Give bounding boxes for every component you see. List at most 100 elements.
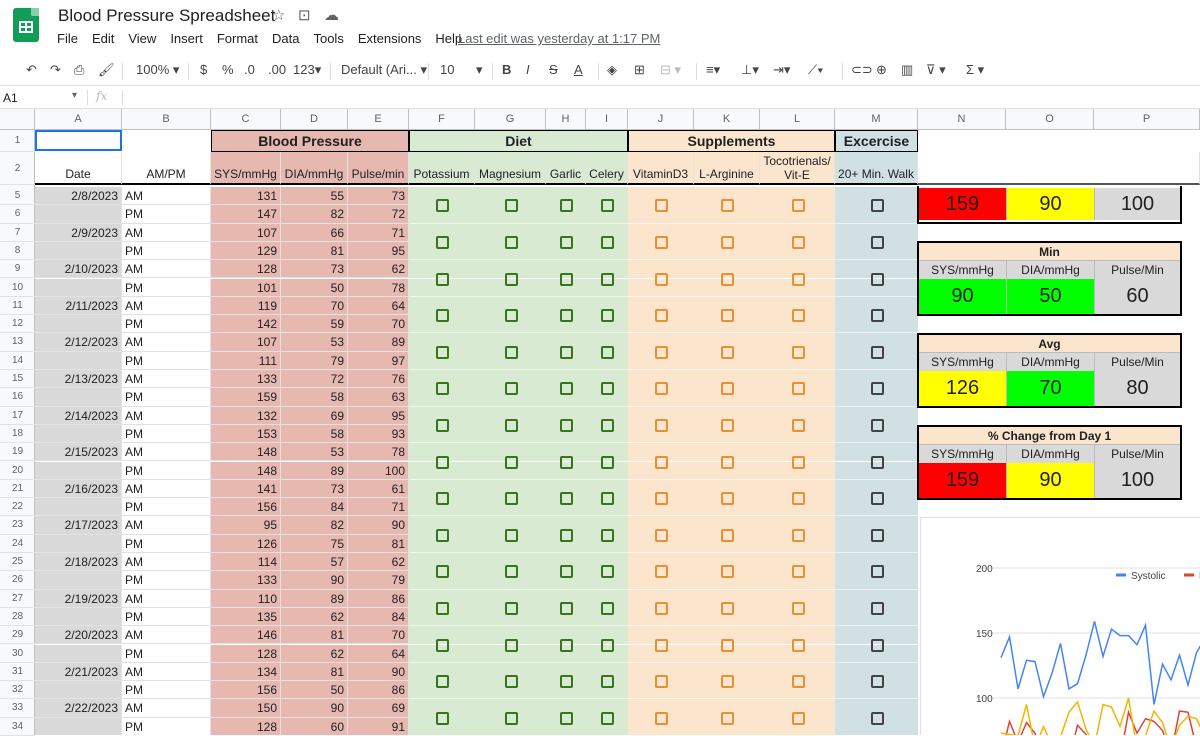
potassium-checkbox[interactable]	[436, 418, 449, 432]
l-arginine-checkbox[interactable]	[721, 711, 734, 725]
dia-cell[interactable]: 90	[281, 699, 348, 718]
date-cell[interactable]	[35, 571, 122, 590]
sys-cell[interactable]: 110	[211, 589, 281, 608]
row-header[interactable]: 22	[0, 498, 35, 517]
row-header[interactable]: 16	[0, 388, 35, 407]
potassium-checkbox[interactable]	[436, 345, 449, 359]
ampm-cell[interactable]: AM	[122, 296, 211, 316]
ampm-cell[interactable]: PM	[122, 388, 211, 407]
text-wrap-icon[interactable]: ⇥▾	[773, 62, 790, 78]
l-arginine-checkbox[interactable]	[721, 528, 734, 542]
pulse-cell[interactable]: 69	[348, 699, 409, 718]
dia-cell[interactable]: 58	[281, 424, 348, 444]
insert-chart-icon[interactable]: ▥	[901, 62, 913, 78]
pulse-cell[interactable]: 73	[348, 187, 409, 206]
ampm-cell[interactable]: AM	[122, 479, 211, 499]
walk-checkbox[interactable]	[870, 418, 884, 432]
magnesium-checkbox[interactable]	[504, 601, 518, 615]
dia-cell[interactable]: 62	[281, 644, 348, 663]
sys-cell[interactable]: 133	[211, 370, 281, 389]
pulse-cell[interactable]: 97	[348, 351, 409, 370]
column-header[interactable]: H	[546, 109, 586, 130]
l-arginine-checkbox[interactable]	[721, 382, 734, 396]
embedded-chart[interactable]: 200150100SystolicD	[920, 517, 1200, 735]
row-header[interactable]: 25	[0, 553, 35, 572]
pulse-cell[interactable]: 78	[348, 278, 409, 297]
sys-cell[interactable]: 134	[211, 662, 281, 682]
dia-cell[interactable]: 81	[281, 241, 348, 261]
ampm-cell[interactable]: AM	[122, 699, 211, 718]
column-header[interactable]: D	[281, 109, 348, 130]
menu-edit[interactable]: Edit	[92, 31, 114, 46]
document-title[interactable]: Blood Pressure Spreadsheet	[58, 6, 275, 26]
vertical-align-icon[interactable]: ⊥▾	[741, 62, 759, 78]
potassium-checkbox[interactable]	[436, 309, 449, 323]
tocotrienals-checkbox[interactable]	[791, 601, 805, 615]
celery-checkbox[interactable]	[601, 638, 614, 652]
vitamin-d3-checkbox[interactable]	[655, 382, 668, 396]
dia-cell[interactable]: 73	[281, 260, 348, 279]
date-cell[interactable]	[35, 607, 122, 627]
date-cell[interactable]	[35, 278, 122, 297]
ampm-cell[interactable]: AM	[122, 553, 211, 572]
ampm-cell[interactable]: PM	[122, 205, 211, 224]
row-header[interactable]: 32	[0, 681, 35, 700]
dia-cell[interactable]: 79	[281, 351, 348, 370]
pulse-cell[interactable]: 62	[348, 553, 409, 572]
date-cell[interactable]: 2/22/2023	[35, 699, 122, 718]
tocotrienals-checkbox[interactable]	[791, 455, 805, 469]
celery-checkbox[interactable]	[601, 565, 614, 579]
tocotrienals-checkbox[interactable]	[791, 528, 805, 542]
ampm-cell[interactable]: AM	[122, 516, 211, 535]
vitamin-d3-checkbox[interactable]	[655, 711, 668, 725]
sys-cell[interactable]: 114	[211, 553, 281, 572]
ampm-cell[interactable]: PM	[122, 461, 211, 480]
sys-cell[interactable]: 95	[211, 516, 281, 535]
walk-checkbox[interactable]	[870, 492, 884, 506]
date-cell[interactable]: 2/20/2023	[35, 626, 122, 645]
italic-icon[interactable]: I	[526, 62, 530, 77]
l-arginine-checkbox[interactable]	[721, 199, 734, 213]
row-header[interactable]: 31	[0, 663, 35, 682]
l-arginine-checkbox[interactable]	[721, 565, 734, 579]
sys-cell[interactable]: 141	[211, 479, 281, 499]
celery-checkbox[interactable]	[601, 272, 614, 286]
row-header[interactable]: 15	[0, 370, 35, 389]
column-header[interactable]: E	[348, 109, 409, 130]
dia-cell[interactable]: 69	[281, 406, 348, 425]
row-header[interactable]: 8	[0, 242, 35, 261]
column-header[interactable]: N	[918, 109, 1006, 130]
ampm-cell[interactable]: AM	[122, 333, 211, 352]
vitamin-d3-checkbox[interactable]	[655, 492, 668, 506]
date-cell[interactable]	[35, 424, 122, 444]
tocotrienals-checkbox[interactable]	[791, 675, 805, 689]
date-cell[interactable]	[35, 534, 122, 553]
pulse-cell[interactable]: 61	[348, 479, 409, 499]
dia-cell[interactable]: 62	[281, 607, 348, 627]
dia-cell[interactable]: 89	[281, 589, 348, 608]
row-header[interactable]: 23	[0, 516, 35, 535]
pulse-cell[interactable]: 71	[348, 223, 409, 242]
pulse-cell[interactable]: 91	[348, 717, 409, 735]
pulse-cell[interactable]: 90	[348, 516, 409, 535]
dia-cell[interactable]: 82	[281, 205, 348, 224]
date-cell[interactable]: 2/13/2023	[35, 370, 122, 389]
l-arginine-checkbox[interactable]	[721, 272, 734, 286]
potassium-checkbox[interactable]	[436, 235, 449, 249]
magnesium-checkbox[interactable]	[504, 199, 518, 213]
row-header[interactable]: 33	[0, 699, 35, 718]
pulse-cell[interactable]: 62	[348, 260, 409, 279]
potassium-checkbox[interactable]	[436, 601, 449, 615]
dia-cell[interactable]: 57	[281, 553, 348, 572]
sys-cell[interactable]: 132	[211, 406, 281, 425]
ampm-cell[interactable]: AM	[122, 260, 211, 279]
column-header[interactable]: L	[760, 109, 835, 130]
l-arginine-checkbox[interactable]	[721, 492, 734, 506]
ampm-cell[interactable]: PM	[122, 315, 211, 334]
row-header[interactable]: 11	[0, 297, 35, 316]
dia-cell[interactable]: 59	[281, 315, 348, 334]
move-folder-icon[interactable]: ⊡	[298, 6, 311, 24]
ampm-cell[interactable]: PM	[122, 717, 211, 735]
tocotrienals-checkbox[interactable]	[791, 199, 805, 213]
row-header[interactable]: 27	[0, 590, 35, 608]
